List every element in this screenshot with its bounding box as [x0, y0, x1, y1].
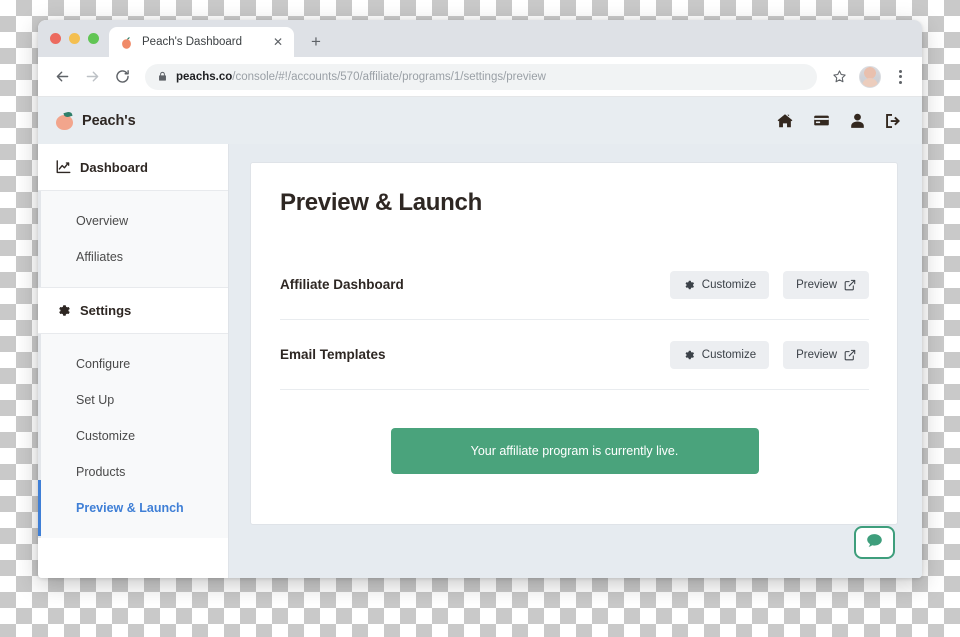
new-tab-button[interactable]: + [302, 27, 330, 55]
maximize-window-button[interactable] [88, 33, 99, 44]
close-tab-icon[interactable]: ✕ [270, 34, 286, 50]
customize-email-templates-button[interactable]: Customize [669, 340, 770, 369]
row-label: Email Templates [280, 347, 386, 362]
customize-affiliate-dashboard-button[interactable]: Customize [669, 270, 770, 299]
button-label: Preview [796, 348, 837, 361]
row-actions: Customize Preview [669, 340, 869, 369]
sidebar-item-configure[interactable]: Configure [41, 350, 228, 378]
sidebar: Dashboard Overview Affiliates Settings C… [38, 144, 229, 578]
content-card: Preview & Launch Affiliate Dashboard Cus… [250, 162, 898, 525]
sidebar-item-preview-and-launch[interactable]: Preview & Launch [38, 480, 228, 536]
main-content: Preview & Launch Affiliate Dashboard Cus… [229, 144, 922, 578]
button-label: Customize [701, 348, 757, 361]
status-banner: Your affiliate program is currently live… [390, 428, 759, 474]
address-bar[interactable]: peachs.co/console/#!/accounts/570/affili… [145, 63, 817, 90]
button-label: Customize [701, 278, 757, 291]
brand-name: Peach's [82, 112, 136, 129]
sidebar-group-settings[interactable]: Settings [38, 287, 228, 334]
app-body: Dashboard Overview Affiliates Settings C… [38, 144, 922, 578]
sidebar-group-label: Settings [80, 303, 132, 318]
preview-email-templates-button[interactable]: Preview [783, 340, 869, 369]
avatar[interactable] [859, 65, 881, 88]
three-dot-menu-icon[interactable] [889, 66, 911, 88]
window-traffic-lights [48, 20, 109, 57]
sidebar-item-affiliates[interactable]: Affiliates [41, 243, 228, 271]
preview-row-affiliate-dashboard: Affiliate Dashboard Customize Preview [280, 250, 869, 320]
sidebar-item-set-up[interactable]: Set Up [41, 386, 228, 414]
browser-tab-title: Peach's Dashboard [142, 36, 243, 48]
browser-tab-strip: Peach's Dashboard ✕ + [38, 20, 922, 57]
credit-card-icon[interactable] [813, 112, 830, 129]
sidebar-item-products[interactable]: Products [41, 458, 228, 486]
browser-window: Peach's Dashboard ✕ + peachs.co/console/… [38, 20, 922, 578]
star-icon[interactable] [827, 65, 851, 89]
peach-icon [56, 110, 73, 130]
gear-icon [56, 303, 71, 318]
brand-logo[interactable]: Peach's [56, 110, 136, 130]
preview-affiliate-dashboard-button[interactable]: Preview [783, 270, 869, 299]
url-domain: peachs.co [176, 70, 233, 83]
sidebar-group-label: Dashboard [80, 159, 148, 175]
external-link-icon [844, 349, 856, 361]
back-button[interactable] [49, 64, 75, 90]
app-header-icons [777, 112, 902, 129]
row-label: Affiliate Dashboard [280, 277, 404, 292]
chat-widget-button[interactable] [854, 526, 895, 559]
sidebar-subitems-dashboard: Overview Affiliates [38, 191, 228, 287]
forward-button[interactable] [79, 64, 105, 90]
gear-icon [683, 279, 695, 291]
chat-bubble-icon [866, 533, 883, 553]
url-text: peachs.co/console/#!/accounts/570/affili… [176, 71, 546, 83]
sidebar-item-overview[interactable]: Overview [41, 207, 228, 235]
sidebar-subitems-settings: Configure Set Up Customize Products Prev… [38, 334, 228, 538]
button-label: Preview [796, 278, 837, 291]
minimize-window-button[interactable] [69, 33, 80, 44]
external-link-icon [844, 279, 856, 291]
app-viewport: Peach's Dashboard Overview Affiliates Se… [38, 97, 922, 578]
peach-icon [119, 35, 134, 50]
browser-tab[interactable]: Peach's Dashboard ✕ [109, 27, 294, 57]
page-title: Preview & Launch [280, 189, 482, 216]
app-header: Peach's [38, 97, 922, 144]
reload-button[interactable] [109, 64, 135, 90]
sidebar-item-customize[interactable]: Customize [41, 422, 228, 450]
sign-out-icon[interactable] [885, 113, 902, 129]
browser-toolbar: peachs.co/console/#!/accounts/570/affili… [38, 57, 922, 97]
row-actions: Customize Preview [669, 270, 869, 299]
lock-icon [157, 71, 168, 82]
preview-row-email-templates: Email Templates Customize Preview [280, 320, 869, 390]
user-icon[interactable] [850, 113, 865, 129]
url-path: /console/#!/accounts/570/affiliate/progr… [232, 70, 546, 83]
close-window-button[interactable] [50, 33, 61, 44]
gear-icon [683, 349, 695, 361]
home-icon[interactable] [777, 113, 793, 129]
chart-line-icon [56, 160, 71, 174]
sidebar-group-dashboard[interactable]: Dashboard [38, 144, 228, 191]
